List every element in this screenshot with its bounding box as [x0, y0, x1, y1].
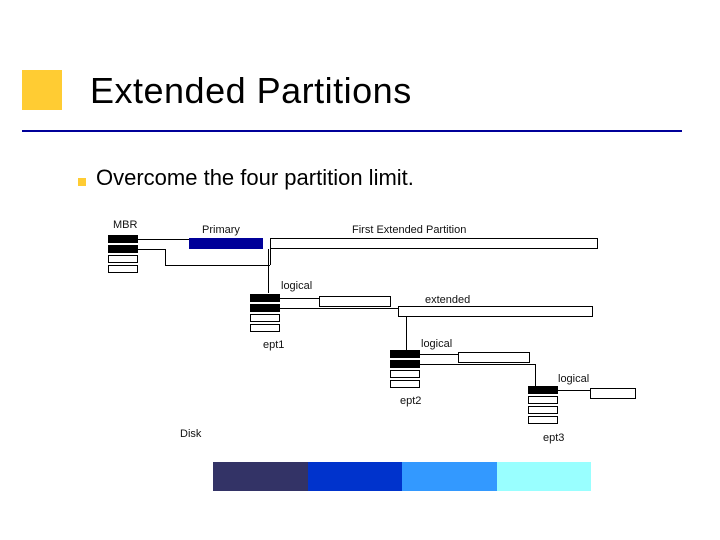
conn-mbr-ext-b: [165, 249, 166, 265]
conn-ext2-ept2: [406, 317, 407, 350]
conn-ept3-logical: [558, 390, 590, 391]
ept1-record-3: [250, 314, 280, 322]
label-logical-2: logical: [421, 338, 452, 350]
ept3-records: [528, 386, 558, 426]
ept2-record-2: [390, 360, 420, 368]
page-title: Extended Partitions: [90, 70, 412, 112]
conn-mbr-ext-a: [138, 249, 166, 250]
ept2-record-4: [390, 380, 420, 388]
logical2-bar: [458, 352, 530, 363]
conn-ept2-logical: [420, 354, 458, 355]
label-logical-3: logical: [558, 373, 589, 385]
mbr-records: [108, 235, 138, 275]
conn-mbr-primary: [138, 239, 189, 240]
label-logical-1: logical: [281, 280, 312, 292]
conn-mbr-ext-c: [165, 265, 270, 266]
ept3-record-1: [528, 386, 558, 394]
label-ept1: ept1: [263, 339, 284, 351]
label-extended: extended: [425, 294, 470, 306]
mbr-record-2: [108, 245, 138, 253]
label-first-extended: First Extended Partition: [352, 224, 466, 236]
label-mbr: MBR: [113, 219, 137, 231]
ept1-record-2: [250, 304, 280, 312]
mbr-record-1: [108, 235, 138, 243]
ept2-record-1: [390, 350, 420, 358]
ept3-record-2: [528, 396, 558, 404]
label-primary: Primary: [202, 224, 240, 236]
ept1-record-4: [250, 324, 280, 332]
conn-mbr-ext-d: [270, 249, 271, 265]
ept3-record-3: [528, 406, 558, 414]
mbr-record-4: [108, 265, 138, 273]
conn-ext-ept1: [268, 249, 269, 293]
page-subtitle: Overcome the four partition limit.: [96, 165, 414, 191]
first-extended-bar: [270, 238, 598, 249]
conn-ept1-logical: [280, 298, 319, 299]
label-ept2: ept2: [400, 395, 421, 407]
label-disk: Disk: [180, 428, 201, 440]
conn-ept1-extended: [280, 308, 398, 309]
title-underline: [22, 130, 682, 132]
ept2-records: [390, 350, 420, 390]
title-accent-square: [22, 70, 62, 110]
disk-seg-1: [213, 462, 308, 491]
extended2-bar: [398, 306, 593, 317]
ept3-record-4: [528, 416, 558, 424]
disk-seg-4: [497, 462, 592, 491]
label-ept3: ept3: [543, 432, 564, 444]
primary-bar: [189, 238, 263, 249]
disk-color-strip: [213, 462, 591, 491]
ept1-records: [250, 294, 280, 334]
conn-ept2-next: [420, 364, 535, 365]
logical1-bar: [319, 296, 391, 307]
ept1-record-1: [250, 294, 280, 302]
conn-next-ept3: [535, 364, 536, 386]
ept2-record-3: [390, 370, 420, 378]
logical3-bar: [590, 388, 636, 399]
mbr-record-3: [108, 255, 138, 263]
disk-seg-3: [402, 462, 497, 491]
bullet-icon: [78, 178, 86, 186]
disk-seg-2: [308, 462, 403, 491]
